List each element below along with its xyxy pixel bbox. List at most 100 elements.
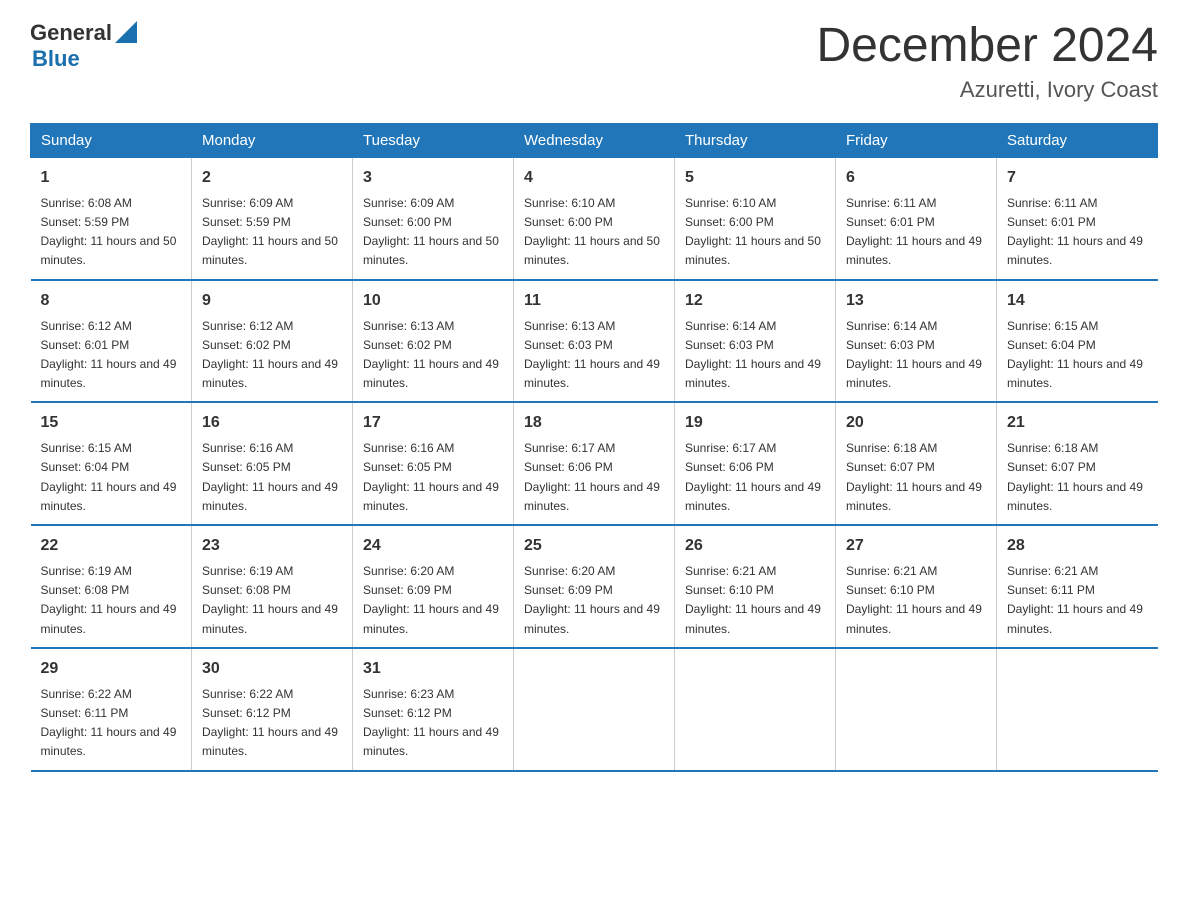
header-wednesday: Wednesday — [514, 123, 675, 157]
calendar-header-row: SundayMondayTuesdayWednesdayThursdayFrid… — [31, 123, 1158, 157]
day-number: 14 — [1007, 289, 1148, 313]
logo: General Blue — [30, 20, 137, 72]
calendar-cell: 18 Sunrise: 6:17 AMSunset: 6:06 PMDaylig… — [514, 402, 675, 525]
header-thursday: Thursday — [675, 123, 836, 157]
calendar-cell — [836, 648, 997, 771]
day-info: Sunrise: 6:17 AMSunset: 6:06 PMDaylight:… — [685, 441, 821, 513]
day-number: 28 — [1007, 534, 1148, 558]
day-number: 30 — [202, 657, 342, 681]
calendar-cell: 4 Sunrise: 6:10 AMSunset: 6:00 PMDayligh… — [514, 157, 675, 279]
calendar-week-row: 22 Sunrise: 6:19 AMSunset: 6:08 PMDaylig… — [31, 525, 1158, 648]
day-number: 16 — [202, 411, 342, 435]
day-info: Sunrise: 6:20 AMSunset: 6:09 PMDaylight:… — [524, 564, 660, 636]
day-number: 20 — [846, 411, 986, 435]
day-number: 11 — [524, 289, 664, 313]
day-number: 3 — [363, 166, 503, 190]
day-info: Sunrise: 6:12 AMSunset: 6:02 PMDaylight:… — [202, 319, 338, 391]
header-saturday: Saturday — [997, 123, 1158, 157]
day-info: Sunrise: 6:18 AMSunset: 6:07 PMDaylight:… — [1007, 441, 1143, 513]
calendar-cell: 14 Sunrise: 6:15 AMSunset: 6:04 PMDaylig… — [997, 280, 1158, 403]
day-number: 29 — [41, 657, 182, 681]
logo-general-text: General — [30, 20, 112, 46]
day-number: 1 — [41, 166, 182, 190]
day-info: Sunrise: 6:09 AMSunset: 6:00 PMDaylight:… — [363, 196, 499, 268]
calendar-cell: 3 Sunrise: 6:09 AMSunset: 6:00 PMDayligh… — [353, 157, 514, 279]
day-number: 25 — [524, 534, 664, 558]
day-number: 31 — [363, 657, 503, 681]
calendar-cell: 26 Sunrise: 6:21 AMSunset: 6:10 PMDaylig… — [675, 525, 836, 648]
day-info: Sunrise: 6:20 AMSunset: 6:09 PMDaylight:… — [363, 564, 499, 636]
calendar-cell: 28 Sunrise: 6:21 AMSunset: 6:11 PMDaylig… — [997, 525, 1158, 648]
day-number: 10 — [363, 289, 503, 313]
calendar-cell: 11 Sunrise: 6:13 AMSunset: 6:03 PMDaylig… — [514, 280, 675, 403]
day-info: Sunrise: 6:17 AMSunset: 6:06 PMDaylight:… — [524, 441, 660, 513]
calendar-cell: 19 Sunrise: 6:17 AMSunset: 6:06 PMDaylig… — [675, 402, 836, 525]
day-info: Sunrise: 6:11 AMSunset: 6:01 PMDaylight:… — [1007, 196, 1143, 268]
day-number: 23 — [202, 534, 342, 558]
day-info: Sunrise: 6:21 AMSunset: 6:10 PMDaylight:… — [846, 564, 982, 636]
calendar-cell: 8 Sunrise: 6:12 AMSunset: 6:01 PMDayligh… — [31, 280, 192, 403]
calendar-cell: 25 Sunrise: 6:20 AMSunset: 6:09 PMDaylig… — [514, 525, 675, 648]
day-info: Sunrise: 6:12 AMSunset: 6:01 PMDaylight:… — [41, 319, 177, 391]
day-info: Sunrise: 6:16 AMSunset: 6:05 PMDaylight:… — [363, 441, 499, 513]
calendar-cell: 5 Sunrise: 6:10 AMSunset: 6:00 PMDayligh… — [675, 157, 836, 279]
day-number: 21 — [1007, 411, 1148, 435]
calendar-cell: 20 Sunrise: 6:18 AMSunset: 6:07 PMDaylig… — [836, 402, 997, 525]
day-number: 24 — [363, 534, 503, 558]
day-number: 17 — [363, 411, 503, 435]
day-number: 4 — [524, 166, 664, 190]
calendar-cell: 27 Sunrise: 6:21 AMSunset: 6:10 PMDaylig… — [836, 525, 997, 648]
day-number: 2 — [202, 166, 342, 190]
day-number: 18 — [524, 411, 664, 435]
calendar-cell: 17 Sunrise: 6:16 AMSunset: 6:05 PMDaylig… — [353, 402, 514, 525]
calendar-cell: 15 Sunrise: 6:15 AMSunset: 6:04 PMDaylig… — [31, 402, 192, 525]
day-info: Sunrise: 6:14 AMSunset: 6:03 PMDaylight:… — [846, 319, 982, 391]
day-number: 12 — [685, 289, 825, 313]
month-title: December 2024 — [816, 20, 1158, 73]
logo-blue-text: Blue — [32, 46, 137, 72]
day-number: 13 — [846, 289, 986, 313]
day-number: 5 — [685, 166, 825, 190]
calendar-cell: 13 Sunrise: 6:14 AMSunset: 6:03 PMDaylig… — [836, 280, 997, 403]
day-info: Sunrise: 6:11 AMSunset: 6:01 PMDaylight:… — [846, 196, 982, 268]
calendar-week-row: 8 Sunrise: 6:12 AMSunset: 6:01 PMDayligh… — [31, 280, 1158, 403]
calendar-cell — [997, 648, 1158, 771]
title-section: December 2024 Azuretti, Ivory Coast — [816, 20, 1158, 103]
day-info: Sunrise: 6:23 AMSunset: 6:12 PMDaylight:… — [363, 687, 499, 759]
location-title: Azuretti, Ivory Coast — [816, 77, 1158, 103]
day-number: 8 — [41, 289, 182, 313]
calendar-cell: 2 Sunrise: 6:09 AMSunset: 5:59 PMDayligh… — [192, 157, 353, 279]
day-info: Sunrise: 6:14 AMSunset: 6:03 PMDaylight:… — [685, 319, 821, 391]
header-sunday: Sunday — [31, 123, 192, 157]
day-number: 6 — [846, 166, 986, 190]
day-number: 9 — [202, 289, 342, 313]
day-number: 22 — [41, 534, 182, 558]
day-info: Sunrise: 6:09 AMSunset: 5:59 PMDaylight:… — [202, 196, 338, 268]
calendar-cell — [675, 648, 836, 771]
day-number: 7 — [1007, 166, 1148, 190]
day-number: 27 — [846, 534, 986, 558]
day-info: Sunrise: 6:10 AMSunset: 6:00 PMDaylight:… — [524, 196, 660, 268]
day-info: Sunrise: 6:13 AMSunset: 6:03 PMDaylight:… — [524, 319, 660, 391]
calendar-cell: 1 Sunrise: 6:08 AMSunset: 5:59 PMDayligh… — [31, 157, 192, 279]
calendar-cell — [514, 648, 675, 771]
day-number: 15 — [41, 411, 182, 435]
calendar-cell: 30 Sunrise: 6:22 AMSunset: 6:12 PMDaylig… — [192, 648, 353, 771]
header-friday: Friday — [836, 123, 997, 157]
day-info: Sunrise: 6:10 AMSunset: 6:00 PMDaylight:… — [685, 196, 821, 268]
logo-triangle-icon — [115, 21, 137, 43]
calendar-cell: 23 Sunrise: 6:19 AMSunset: 6:08 PMDaylig… — [192, 525, 353, 648]
calendar-cell: 7 Sunrise: 6:11 AMSunset: 6:01 PMDayligh… — [997, 157, 1158, 279]
day-number: 19 — [685, 411, 825, 435]
day-info: Sunrise: 6:21 AMSunset: 6:11 PMDaylight:… — [1007, 564, 1143, 636]
calendar-cell: 29 Sunrise: 6:22 AMSunset: 6:11 PMDaylig… — [31, 648, 192, 771]
day-info: Sunrise: 6:13 AMSunset: 6:02 PMDaylight:… — [363, 319, 499, 391]
calendar-week-row: 29 Sunrise: 6:22 AMSunset: 6:11 PMDaylig… — [31, 648, 1158, 771]
calendar-cell: 12 Sunrise: 6:14 AMSunset: 6:03 PMDaylig… — [675, 280, 836, 403]
day-info: Sunrise: 6:19 AMSunset: 6:08 PMDaylight:… — [202, 564, 338, 636]
calendar-week-row: 1 Sunrise: 6:08 AMSunset: 5:59 PMDayligh… — [31, 157, 1158, 279]
day-info: Sunrise: 6:22 AMSunset: 6:12 PMDaylight:… — [202, 687, 338, 759]
day-info: Sunrise: 6:18 AMSunset: 6:07 PMDaylight:… — [846, 441, 982, 513]
header-tuesday: Tuesday — [353, 123, 514, 157]
calendar-cell: 6 Sunrise: 6:11 AMSunset: 6:01 PMDayligh… — [836, 157, 997, 279]
